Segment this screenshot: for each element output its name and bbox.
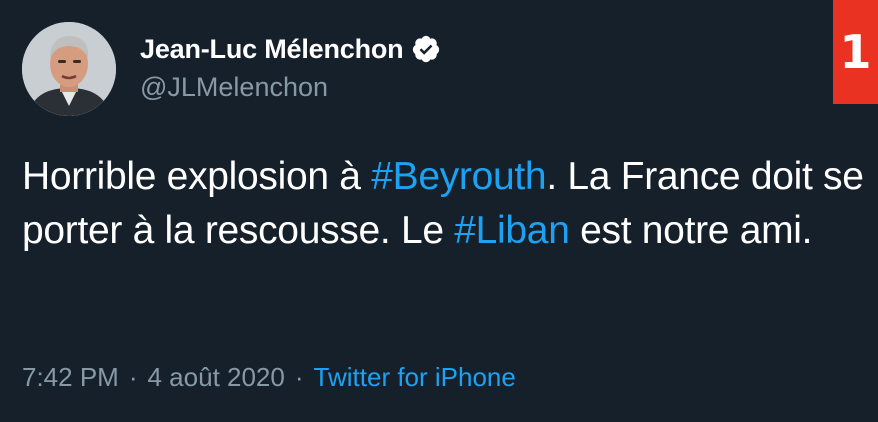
verified-badge-icon <box>411 34 441 64</box>
rank-badge: 1 <box>833 0 878 104</box>
hashtag-link-beyrouth[interactable]: #Beyrouth <box>371 155 546 198</box>
tweet-source-link[interactable]: Twitter for iPhone <box>314 362 516 393</box>
display-name[interactable]: Jean-Luc Mélenchon <box>140 34 404 65</box>
tweet-text-segment: Horrible explosion à <box>22 155 372 198</box>
tweet-text: Horrible explosion à #Beyrouth. La Franc… <box>22 150 872 258</box>
meta-separator: · <box>294 362 304 392</box>
tweet-card: Jean-Luc Mélenchon @JLMelenchon 1 Horrib… <box>0 0 878 422</box>
tweet-text-segment: est notre ami. <box>569 209 813 252</box>
author-name-row[interactable]: Jean-Luc Mélenchon <box>140 28 441 70</box>
author-handle[interactable]: @JLMelenchon <box>140 72 328 103</box>
tweet-meta: 7:42 PM · 4 août 2020 · Twitter for iPho… <box>22 362 516 393</box>
hashtag-link-liban[interactable]: #Liban <box>454 209 570 252</box>
tweet-time[interactable]: 7:42 PM <box>22 362 119 393</box>
avatar[interactable] <box>22 22 116 116</box>
tweet-date[interactable]: 4 août 2020 <box>148 362 285 393</box>
meta-separator: · <box>128 362 138 392</box>
